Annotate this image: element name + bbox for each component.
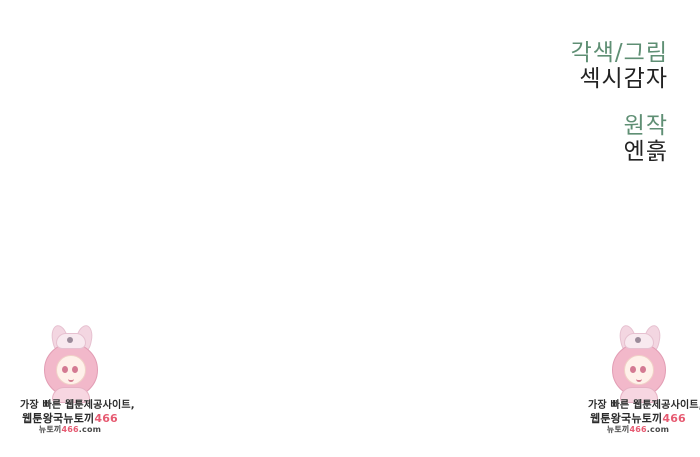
watermark-line-3-suffix: .com [646, 425, 670, 435]
watermark-line-3-suffix: .com [78, 425, 102, 435]
mascot-hat-dot [635, 337, 641, 343]
watermark-line-1: 가장 빠른 웹툰제공사이트, [588, 400, 700, 411]
watermark-line-3-main: 뉴토끼 [606, 425, 630, 435]
watermark-line-3-accent: 466 [629, 425, 647, 435]
watermark-line-2-accent: 466 [662, 411, 686, 425]
credit-name-original: 엔흙 [623, 139, 668, 166]
watermark-line-3-main: 뉴토끼 [38, 425, 62, 435]
mascot-eye-right [640, 366, 646, 373]
watermark-right: 가장 빠른 웹툰제공사이트, 웹툰왕국뉴토끼466 뉴토끼466.com [588, 323, 700, 447]
watermark-line-3-accent: 466 [61, 425, 79, 435]
credits-block: 각색/그림 섹시감자 원작 엔흙 [571, 40, 668, 166]
mascot-icon [602, 323, 674, 403]
watermark-line-2: 웹툰왕국뉴토끼466 [588, 411, 688, 425]
watermark-text: 가장 빠른 웹툰제공사이트, 웹툰왕국뉴토끼466 뉴토끼466.com [20, 400, 135, 435]
watermark-line-2-main: 웹툰왕국뉴토끼 [590, 411, 663, 425]
credit-gap [571, 93, 668, 113]
watermark-line-2: 웹툰왕국뉴토끼466 [20, 411, 120, 425]
watermark-line-3: 뉴토끼466.com [20, 425, 120, 435]
mascot-icon [34, 323, 106, 403]
watermark-text: 가장 빠른 웹툰제공사이트, 웹툰왕국뉴토끼466 뉴토끼466.com [588, 400, 700, 435]
credit-role-original: 원작 [623, 112, 668, 139]
mascot-eye-left [62, 366, 68, 373]
credit-role-art: 각색/그림 [570, 40, 668, 66]
credit-name-art: 섹시감자 [579, 66, 668, 93]
mascot-eye-left [630, 366, 636, 373]
mascot-eye-right [72, 366, 78, 373]
watermark-left: 가장 빠른 웹툰제공사이트, 웹툰왕국뉴토끼466 뉴토끼466.com [20, 323, 135, 447]
watermark-line-1: 가장 빠른 웹툰제공사이트, [20, 400, 135, 411]
watermark-line-3: 뉴토끼466.com [588, 425, 688, 435]
watermark-line-2-accent: 466 [94, 411, 118, 425]
mascot-hat-dot [67, 337, 73, 343]
watermark-line-2-main: 웹툰왕국뉴토끼 [22, 411, 95, 425]
